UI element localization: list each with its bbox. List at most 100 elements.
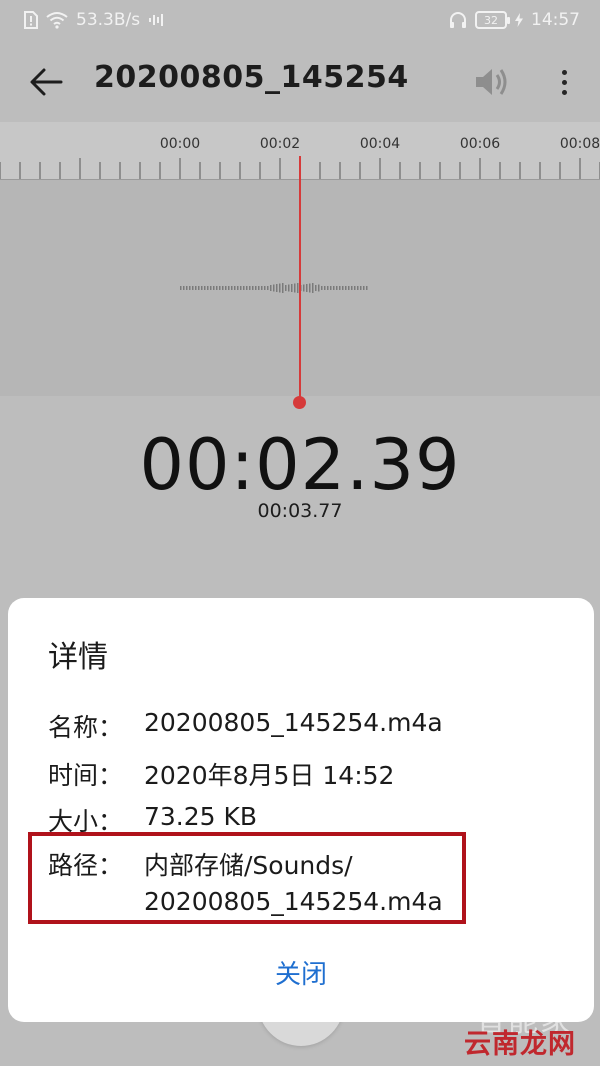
waveform-bar bbox=[228, 286, 230, 290]
detail-label: 路径： bbox=[48, 851, 124, 880]
waveform-bar bbox=[345, 286, 347, 290]
waveform-bar bbox=[210, 286, 212, 290]
more-dot-icon bbox=[561, 69, 567, 75]
waveform-bar bbox=[249, 286, 251, 290]
waveform-bar bbox=[252, 286, 254, 290]
waveform-bar bbox=[363, 286, 365, 290]
waveform-bar bbox=[324, 286, 326, 290]
dialog-title: 详情 bbox=[48, 640, 108, 675]
status-left: 53.3B/s bbox=[24, 10, 166, 30]
waveform-bar bbox=[309, 283, 311, 293]
waveform-bar bbox=[321, 286, 323, 290]
waveform-bar bbox=[288, 284, 290, 292]
details-dialog: 详情 名称： 20200805_145254.m4a 时间： 2020年8月5日… bbox=[8, 598, 594, 1022]
waveform-bar bbox=[306, 284, 308, 292]
more-options-button[interactable] bbox=[546, 62, 582, 102]
battery-level-text: 32 bbox=[484, 13, 498, 27]
tick-label: 00:02 bbox=[259, 136, 301, 152]
playhead-line[interactable] bbox=[299, 156, 301, 402]
waveform-bar bbox=[186, 286, 188, 290]
waveform-bar bbox=[354, 286, 356, 290]
waveform-bar bbox=[240, 286, 242, 290]
waveform-bar bbox=[339, 286, 341, 290]
net-speed-text: 53.3B/s bbox=[76, 10, 141, 30]
wifi-icon bbox=[46, 11, 68, 29]
waveform-bar bbox=[207, 286, 209, 290]
waveform-bar bbox=[351, 286, 353, 290]
waveform-bar bbox=[195, 286, 197, 290]
waveform-bar bbox=[183, 286, 185, 290]
volume-button[interactable] bbox=[472, 64, 512, 100]
close-button[interactable]: 关闭 bbox=[8, 954, 594, 991]
battery-indicator: 32 bbox=[475, 11, 510, 29]
waveform-bar bbox=[327, 286, 329, 290]
more-dot-icon bbox=[561, 89, 567, 95]
waveform-bar bbox=[282, 283, 284, 293]
tick-label: 00:06 bbox=[459, 136, 501, 152]
waveform-bar bbox=[336, 286, 338, 290]
headphones-icon bbox=[449, 11, 467, 29]
waveform-bar bbox=[192, 286, 194, 290]
waveform-bar bbox=[342, 286, 344, 290]
waveform-bar bbox=[348, 286, 350, 290]
more-dot-icon bbox=[561, 79, 567, 85]
total-duration: 00:03.77 bbox=[257, 500, 343, 522]
waveform-bar bbox=[189, 286, 191, 290]
back-button[interactable] bbox=[26, 62, 66, 102]
waveform-bar bbox=[243, 286, 245, 290]
speaker-icon bbox=[476, 69, 507, 95]
watermark-main-text: 云南龙网 bbox=[464, 1029, 576, 1060]
waveform-bar bbox=[276, 284, 278, 292]
waveform-bar bbox=[291, 284, 293, 292]
waveform-bar bbox=[198, 286, 200, 290]
waveform-bar bbox=[267, 286, 269, 290]
waveform-bar bbox=[333, 286, 335, 290]
status-clock: 14:57 bbox=[531, 10, 580, 30]
detail-label: 名称： bbox=[48, 713, 124, 742]
waveform-bar bbox=[201, 286, 203, 290]
waveform-bar bbox=[360, 286, 362, 290]
tick-label: 00:08 bbox=[559, 136, 600, 152]
waveform-bar bbox=[318, 284, 320, 292]
waveform-bar bbox=[285, 285, 287, 291]
waveform-bar bbox=[231, 286, 233, 290]
path-line-1: 内部存储/Sounds/ bbox=[144, 851, 353, 880]
detail-label: 时间： bbox=[48, 761, 124, 790]
waveform-bar bbox=[213, 286, 215, 290]
status-bar: 53.3B/s 32 14:57 bbox=[0, 0, 600, 40]
waveform-bar bbox=[312, 283, 314, 293]
waveform-bar bbox=[219, 286, 221, 290]
detail-row-path: 路径： 内部存储/Sounds/ 20200805_145254.m4a bbox=[48, 848, 443, 920]
waveform-bar bbox=[237, 286, 239, 290]
waveform-bar bbox=[315, 285, 317, 291]
detail-row-time: 时间： 2020年8月5日 14:52 bbox=[48, 756, 394, 792]
detail-value: 20200805_145254.m4a bbox=[144, 708, 443, 737]
status-right: 32 14:57 bbox=[449, 10, 580, 30]
waveform-bar bbox=[264, 286, 266, 290]
waveform-bar bbox=[279, 283, 281, 293]
app-bar: 20200805_145254 bbox=[0, 40, 600, 122]
watermark: 智能家 云南龙网 bbox=[458, 1004, 594, 1060]
waveform-bar bbox=[204, 286, 206, 290]
tick-label: 00:00 bbox=[159, 136, 201, 152]
waveform-bar bbox=[225, 286, 227, 290]
playhead-handle[interactable] bbox=[293, 396, 306, 409]
waveform-bar bbox=[273, 284, 275, 292]
waveform-bar bbox=[357, 286, 359, 290]
waveform-bar bbox=[234, 286, 236, 290]
waveform-bar bbox=[222, 286, 224, 290]
waveform-bar bbox=[246, 286, 248, 290]
audio-recording-icon bbox=[148, 13, 166, 27]
waveform-bar bbox=[216, 286, 218, 290]
detail-row-name: 名称： 20200805_145254.m4a bbox=[48, 708, 443, 744]
waveform-bar bbox=[366, 286, 368, 290]
arrow-left-icon bbox=[30, 68, 63, 96]
sim-alert-icon bbox=[24, 11, 38, 29]
page-title: 20200805_145254 bbox=[94, 60, 409, 95]
charging-icon bbox=[515, 13, 523, 27]
detail-value-path: 内部存储/Sounds/ 20200805_145254.m4a bbox=[144, 848, 443, 920]
waveform-bar bbox=[261, 286, 263, 290]
waveform-bar bbox=[270, 285, 272, 291]
current-time: 00:02.39 bbox=[139, 424, 461, 506]
waveform-bar bbox=[330, 286, 332, 290]
